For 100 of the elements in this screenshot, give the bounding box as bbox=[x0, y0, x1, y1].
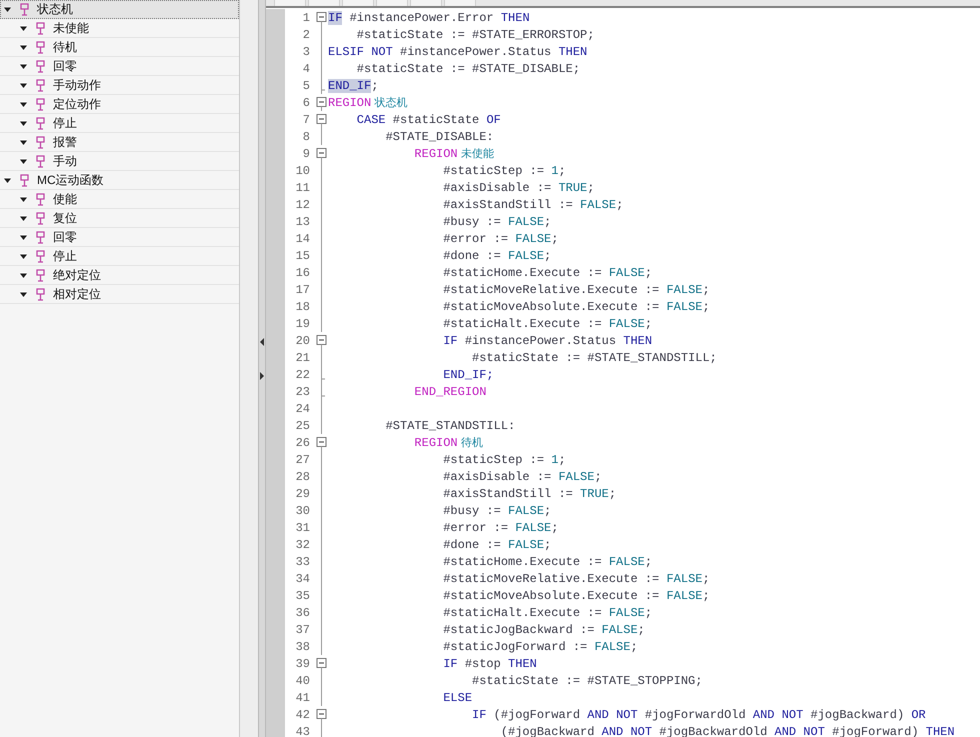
region-icon bbox=[36, 288, 45, 300]
line-number: 21 bbox=[294, 350, 311, 366]
expand-caret-icon[interactable] bbox=[19, 62, 28, 70]
region-icon bbox=[36, 60, 45, 72]
tree-item[interactable]: 报警 bbox=[0, 133, 239, 152]
line-number: 35 bbox=[294, 588, 311, 604]
line-number: 8 bbox=[302, 128, 311, 146]
code-line: #error := FALSE; bbox=[442, 520, 558, 536]
code-line: #staticState := #STATE_ERRORSTOP; bbox=[356, 26, 594, 44]
line-number: 5 bbox=[302, 78, 311, 94]
region-icon bbox=[36, 230, 45, 244]
region-icon bbox=[36, 212, 45, 224]
code-line: #staticMoveRelative.Execute := FALSE; bbox=[442, 282, 710, 298]
expand-caret-icon[interactable] bbox=[19, 252, 28, 260]
expand-caret-icon[interactable] bbox=[19, 118, 28, 128]
tree-item[interactable]: 手动动作 bbox=[0, 76, 239, 95]
code-line: #axisStandStill := FALSE; bbox=[442, 196, 624, 214]
fold-toggle-icon[interactable] bbox=[316, 111, 327, 128]
fold-toggle-icon[interactable] bbox=[316, 655, 327, 672]
fold-toggle-icon[interactable] bbox=[316, 145, 327, 162]
tree-item[interactable]: 未使能 bbox=[0, 19, 239, 38]
fold-toggle-icon[interactable] bbox=[316, 434, 327, 451]
tree-item[interactable]: 停止 bbox=[0, 247, 239, 266]
code-line: #staticState := #STATE_DISABLE; bbox=[356, 60, 580, 78]
tree-item[interactable]: 定位动作 bbox=[0, 95, 239, 114]
line-number: 16 bbox=[294, 264, 311, 282]
expand-caret-icon[interactable] bbox=[19, 194, 28, 204]
expand-caret-icon[interactable] bbox=[19, 80, 28, 90]
fold-toggle-icon[interactable] bbox=[316, 332, 327, 349]
line-number: 39 bbox=[294, 656, 311, 672]
code-line: #axisDisable := TRUE; bbox=[442, 180, 594, 196]
line-number: 18 bbox=[294, 298, 311, 316]
line-number: 12 bbox=[294, 196, 311, 214]
fold-toggle-icon[interactable] bbox=[316, 94, 327, 111]
tree-item[interactable]: 相对定位 bbox=[0, 285, 239, 304]
code-line: #error := FALSE; bbox=[442, 230, 558, 248]
expand-caret-icon[interactable] bbox=[19, 214, 28, 222]
line-number: 25 bbox=[294, 418, 311, 434]
line-number: 29 bbox=[294, 486, 311, 502]
code-line: #staticHalt.Execute := FALSE; bbox=[442, 316, 652, 332]
line-number: 11 bbox=[294, 180, 311, 196]
code-line: REGION 状态机 bbox=[328, 94, 408, 112]
line-number: 40 bbox=[294, 672, 311, 690]
code-line: #done := FALSE; bbox=[442, 536, 552, 554]
expand-caret-icon[interactable] bbox=[19, 42, 28, 52]
code-line: ELSIF NOT #instancePower.Status THEN bbox=[328, 44, 588, 60]
region-icon bbox=[20, 174, 29, 186]
tree-item[interactable]: 手动 bbox=[0, 152, 239, 171]
fold-toggle-icon[interactable] bbox=[316, 706, 327, 723]
line-number: 22 bbox=[294, 366, 311, 384]
tree-item[interactable]: 绝对定位 bbox=[0, 266, 239, 285]
line-number: 37 bbox=[294, 622, 311, 638]
line-number: 2 bbox=[302, 26, 311, 44]
line-number: 10 bbox=[294, 162, 311, 180]
line-number: 4 bbox=[302, 60, 311, 78]
code-line: IF #stop THEN bbox=[442, 656, 537, 672]
code-line: END_IF; bbox=[442, 366, 494, 384]
expand-caret-icon[interactable] bbox=[3, 176, 12, 184]
tree-item[interactable]: 状态机 bbox=[0, 0, 239, 19]
region-icon bbox=[36, 192, 45, 206]
code-line: #staticJogForward := FALSE; bbox=[442, 638, 638, 656]
code-line: #staticJogBackward := FALSE; bbox=[442, 622, 645, 638]
code-line: #staticHalt.Execute := FALSE; bbox=[442, 604, 652, 622]
tree-item[interactable]: 回零 bbox=[0, 57, 239, 76]
tree-item[interactable]: 回零 bbox=[0, 228, 239, 247]
line-number: 43 bbox=[294, 724, 311, 737]
code-line: #staticHome.Execute := FALSE; bbox=[442, 264, 652, 282]
code-line: #axisDisable := FALSE; bbox=[442, 468, 602, 486]
line-number: 28 bbox=[294, 468, 311, 486]
code-line: #staticStep := 1; bbox=[442, 452, 566, 468]
line-number: 41 bbox=[294, 690, 311, 706]
region-icon bbox=[20, 2, 29, 16]
line-number: 17 bbox=[294, 282, 311, 298]
code-line: #busy := FALSE; bbox=[442, 214, 552, 230]
expand-caret-icon[interactable] bbox=[19, 156, 28, 166]
region-icon bbox=[36, 250, 45, 262]
region-icon bbox=[36, 40, 45, 54]
tree-item[interactable]: 待机 bbox=[0, 38, 239, 57]
line-number: 24 bbox=[294, 400, 311, 418]
tree-item[interactable]: 使能 bbox=[0, 190, 239, 209]
line-number: 42 bbox=[294, 706, 311, 724]
expand-caret-icon[interactable] bbox=[3, 4, 12, 14]
expand-caret-icon[interactable] bbox=[19, 138, 28, 146]
region-icon bbox=[36, 22, 45, 34]
line-number: 38 bbox=[294, 638, 311, 656]
expand-caret-icon[interactable] bbox=[19, 24, 28, 32]
line-number: 1 bbox=[302, 10, 311, 26]
line-number: 34 bbox=[294, 570, 311, 588]
tree-item[interactable]: 停止 bbox=[0, 114, 239, 133]
line-number: 27 bbox=[294, 452, 311, 468]
region-icon bbox=[36, 136, 45, 148]
expand-caret-icon[interactable] bbox=[19, 100, 28, 108]
tree-item[interactable]: 复位 bbox=[0, 209, 239, 228]
line-number: 31 bbox=[294, 520, 311, 536]
expand-caret-icon[interactable] bbox=[19, 290, 28, 298]
fold-toggle-icon[interactable] bbox=[316, 9, 327, 26]
expand-caret-icon[interactable] bbox=[19, 270, 28, 280]
expand-caret-icon[interactable] bbox=[19, 232, 28, 242]
tree-item[interactable]: MC运动函数 bbox=[0, 171, 239, 190]
code-line: #staticHome.Execute := FALSE; bbox=[442, 554, 652, 570]
